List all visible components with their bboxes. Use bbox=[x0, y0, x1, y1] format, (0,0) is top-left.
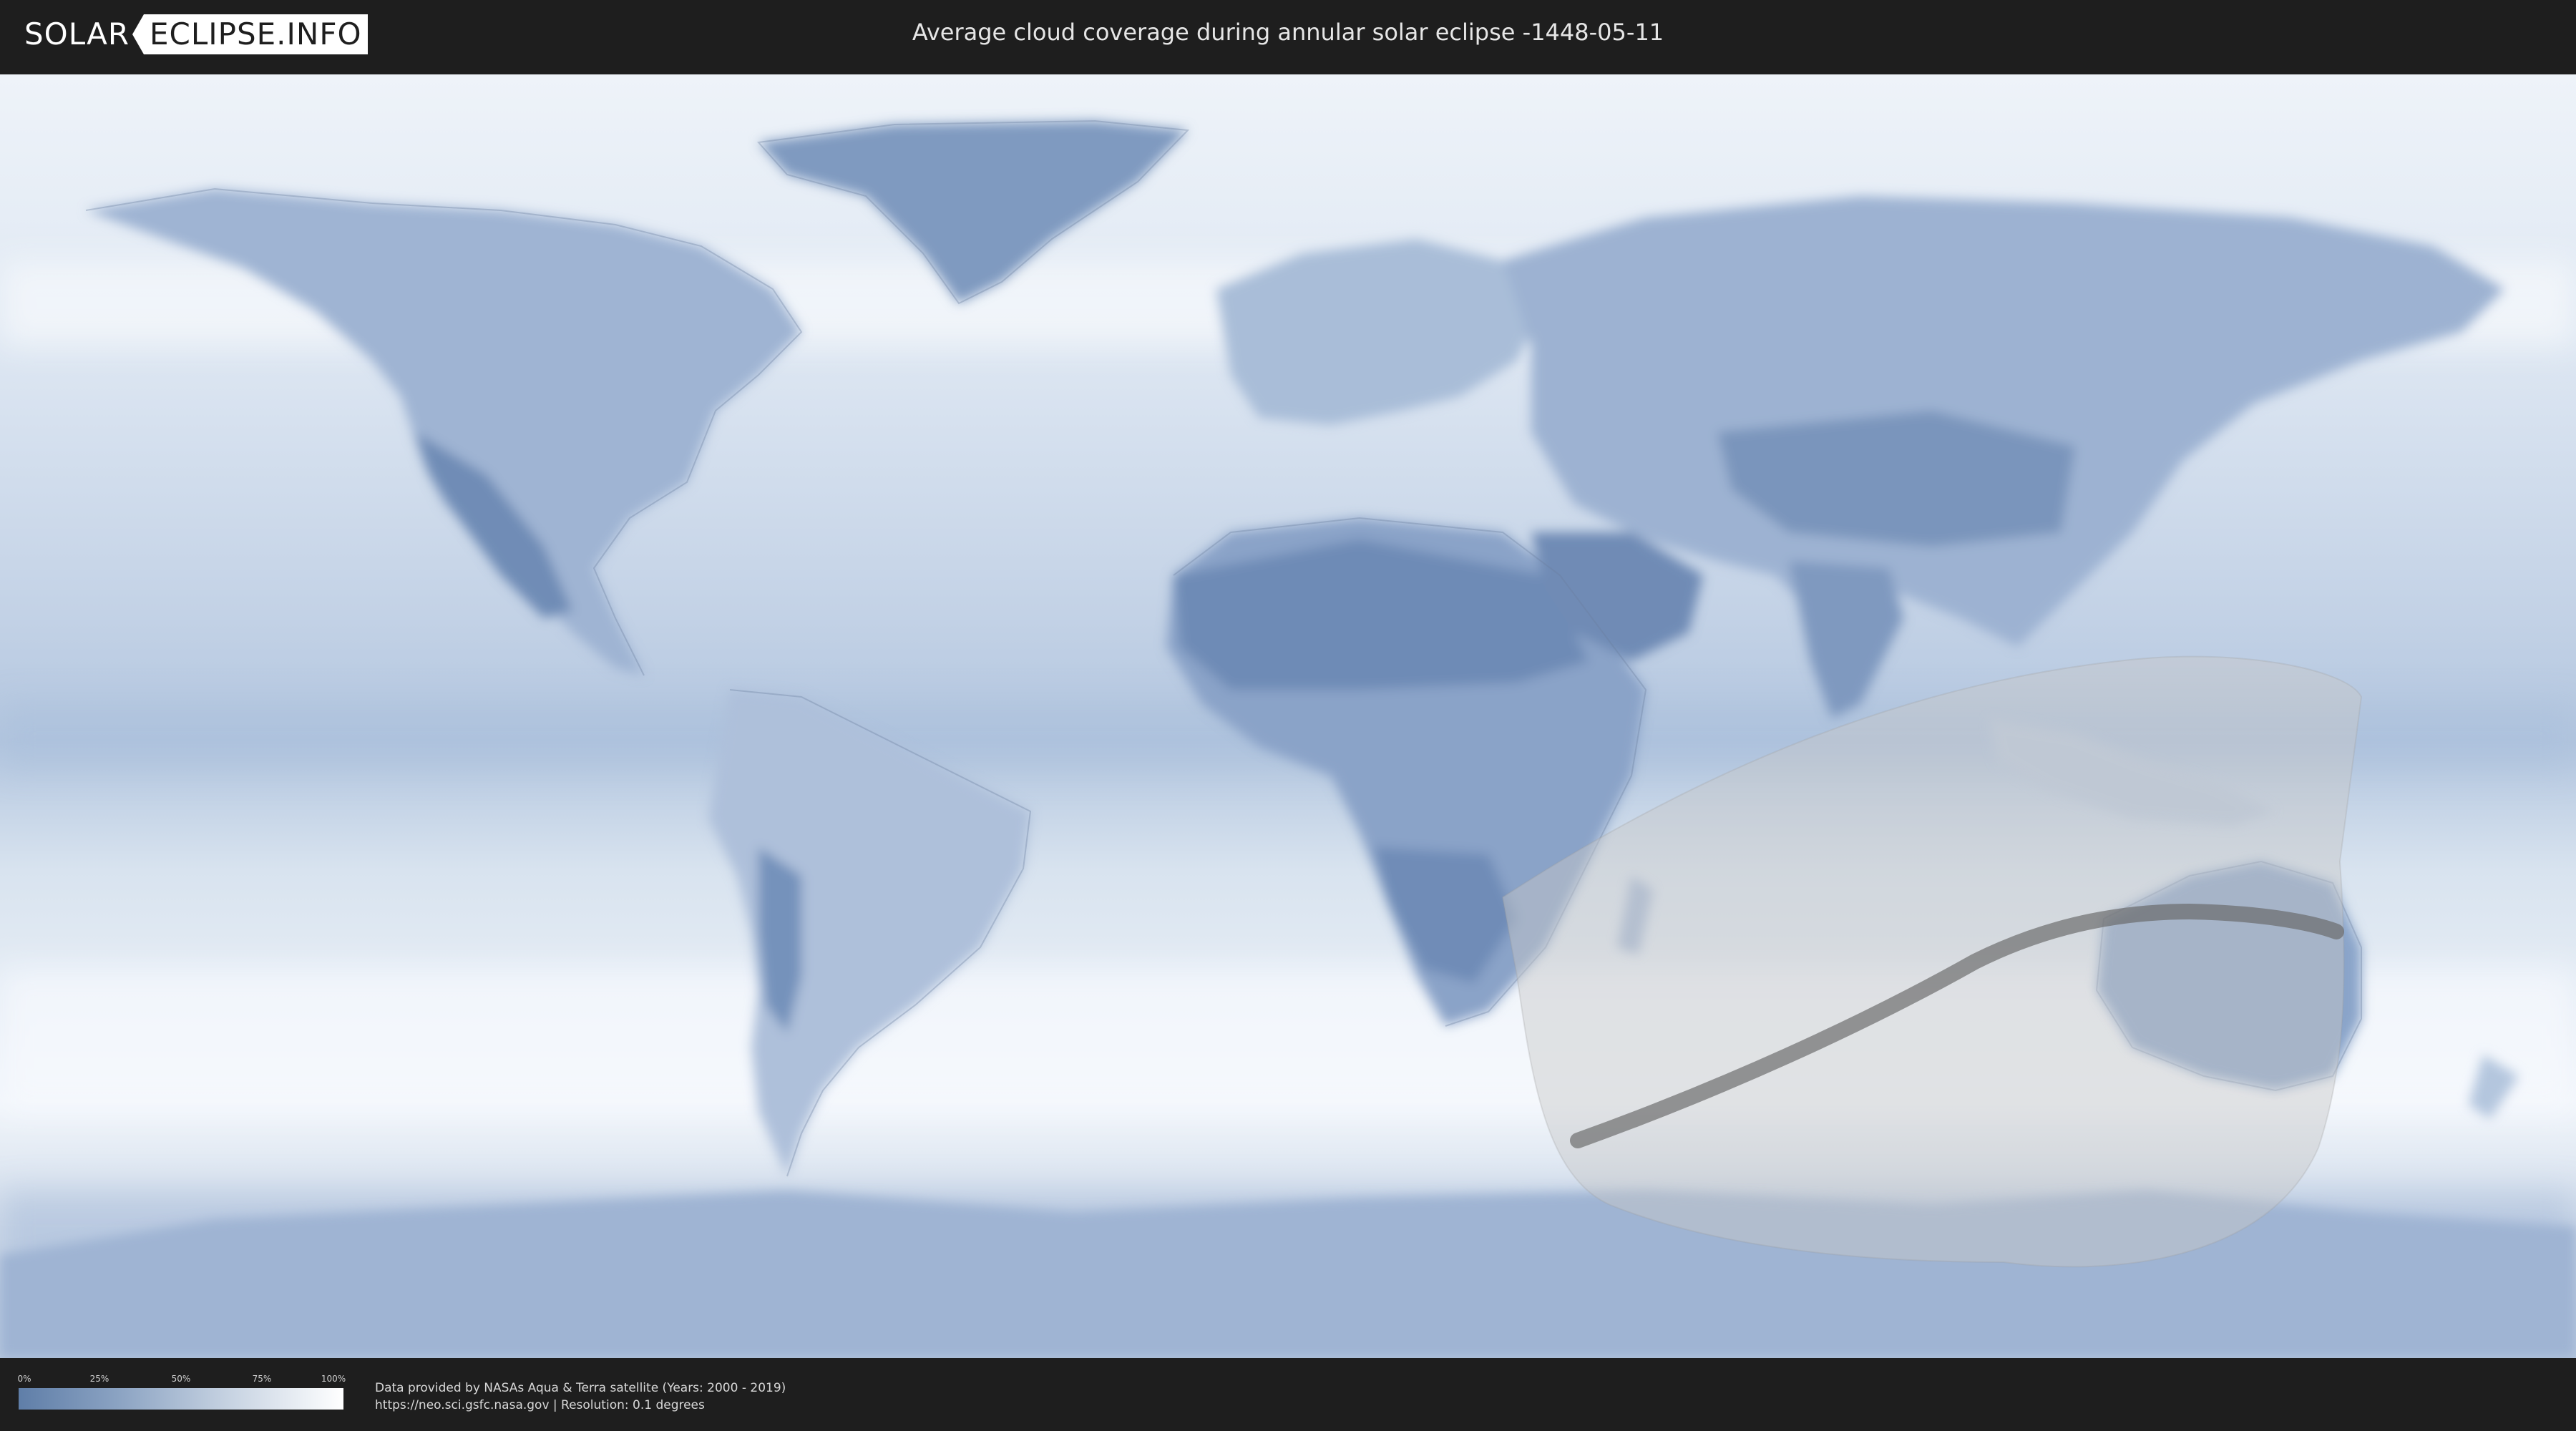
legend-ticks: 0% 25% 50% 75% 100% bbox=[17, 1374, 346, 1388]
cloud-coverage-map[interactable] bbox=[0, 74, 2576, 1358]
map-frame bbox=[0, 74, 2576, 1358]
page-title: Average cloud coverage during annular so… bbox=[912, 19, 1664, 46]
data-credits: Data provided by NASAs Aqua & Terra sate… bbox=[375, 1379, 786, 1414]
legend-tick-0: 0% bbox=[17, 1374, 31, 1384]
credits-line-url-resolution[interactable]: https://neo.sci.gsfc.nasa.gov | Resoluti… bbox=[375, 1397, 786, 1414]
legend-tick-100: 100% bbox=[321, 1374, 346, 1384]
app: SOLAR ECLIPSE.INFO Average cloud coverag… bbox=[0, 0, 2576, 1431]
footer: 0% 25% 50% 75% 100% Data provided by NAS… bbox=[0, 1358, 2576, 1431]
credits-line-data-source: Data provided by NASAs Aqua & Terra sate… bbox=[375, 1381, 786, 1395]
cloud-coverage-legend: 0% 25% 50% 75% 100% bbox=[17, 1374, 346, 1410]
legend-tick-75: 75% bbox=[252, 1374, 272, 1384]
legend-tick-25: 25% bbox=[89, 1374, 109, 1384]
legend-color-bar bbox=[19, 1388, 343, 1410]
header: SOLAR ECLIPSE.INFO Average cloud coverag… bbox=[0, 0, 2576, 72]
legend-tick-50: 50% bbox=[171, 1374, 191, 1384]
